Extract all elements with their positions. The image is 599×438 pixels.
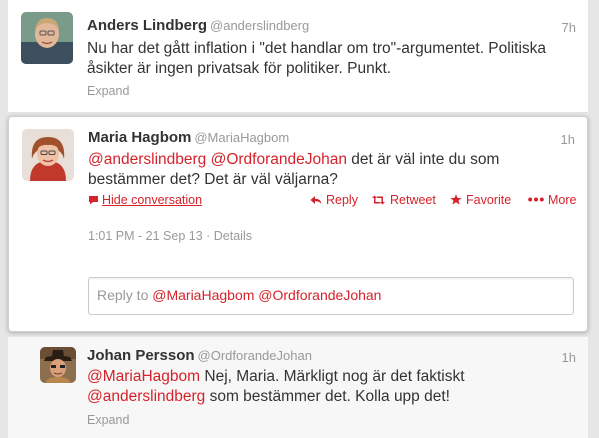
retweet-button[interactable]: Retweet [371, 193, 436, 207]
tweet-text: @MariaHagbom Nej, Maria. Märkligt nog är… [87, 367, 465, 407]
author-line[interactable]: Maria Hagbom @MariaHagbom [88, 129, 289, 146]
tweet-timestamp[interactable]: 1:01 PM - 21 Sep 13 [88, 229, 203, 243]
retweet-label: Retweet [390, 193, 436, 207]
fullname[interactable]: Maria Hagbom [88, 129, 191, 146]
favorite-button[interactable]: Favorite [450, 193, 511, 207]
tweet-time[interactable]: 1h [562, 350, 576, 365]
tweet-text-line: @anderslindberg @OrdforandeJohan det är … [88, 150, 499, 170]
tweet-text-line: Nu har det gått inflation i "det handlar… [87, 40, 547, 57]
author-line[interactable]: Anders Lindberg @anderslindberg [87, 17, 309, 34]
author-line[interactable]: Johan Persson @OrdforandeJohan [87, 347, 312, 364]
hide-conversation-link[interactable]: Hide conversation [88, 193, 202, 207]
reply-label: Reply [326, 193, 358, 207]
tweet-text-line: @MariaHagbom Nej, Maria. Märkligt nog är… [87, 367, 465, 387]
meta-separator: · [206, 229, 214, 243]
avatar[interactable] [40, 347, 76, 383]
avatar-image [40, 347, 76, 383]
retweet-icon [372, 195, 385, 205]
speech-bubble-icon [89, 196, 98, 205]
fullname[interactable]: Johan Persson [87, 347, 195, 364]
fullname[interactable]: Anders Lindberg [87, 17, 207, 34]
tweet-text-fragment: Nej, Maria. Märkligt nog är det faktiskt [200, 368, 465, 385]
tweet-time[interactable]: 1h [561, 132, 575, 147]
tweet-actions: Hide conversation Reply Retweet Favorite… [88, 193, 578, 211]
avatar[interactable] [22, 129, 74, 181]
reply-prefix: Reply to [97, 287, 153, 303]
avatar-image [21, 12, 73, 64]
tweet-text-line: åsikter är ingen privatsak för politiker… [87, 60, 392, 77]
tweet-johan-persson[interactable]: Johan Persson @OrdforandeJohan 1h @MariaH… [8, 336, 588, 438]
tweet-text-line: bestämmer det? Det är väl väljarna? [88, 171, 338, 188]
expand-link[interactable]: Expand [87, 84, 129, 98]
username[interactable]: @MariaHagbom [194, 130, 289, 145]
more-dots-icon [528, 197, 544, 202]
mention-link[interactable]: @MariaHagbom [87, 368, 200, 385]
more-button[interactable]: More [528, 193, 576, 207]
favorite-label: Favorite [466, 193, 512, 207]
username[interactable]: @OrdforandeJohan [198, 348, 312, 363]
reply-mention: @OrdforandeJohan [258, 287, 382, 303]
username[interactable]: @anderslindberg [210, 18, 309, 33]
details-link[interactable]: Details [214, 229, 252, 243]
reply-input[interactable]: Reply to @MariaHagbom @OrdforandeJohan [88, 277, 574, 315]
star-icon [450, 194, 462, 205]
reply-button[interactable]: Reply [310, 193, 358, 207]
avatar-image [22, 129, 74, 181]
more-label: More [548, 193, 577, 207]
tweet-time[interactable]: 7h [562, 20, 576, 35]
tweet-maria-hagbom[interactable]: Maria Hagbom @MariaHagbom 1h @anderslindb… [8, 116, 588, 332]
reply-arrow-icon [310, 196, 322, 204]
expand-link[interactable]: Expand [87, 413, 129, 427]
tweet-text-line: @anderslindberg som bestämmer det. Kolla… [87, 387, 465, 407]
mention-link[interactable]: @anderslindberg [87, 388, 205, 405]
hide-conversation-label: Hide conversation [102, 193, 203, 207]
reply-mention: @MariaHagbom [152, 287, 255, 303]
mention-link[interactable]: @OrdforandeJohan [211, 151, 347, 168]
tweet-text: @anderslindberg @OrdforandeJohan det är … [88, 150, 499, 190]
tweet-text: Nu har det gått inflation i "det handlar… [87, 39, 546, 79]
tweet-anders-lindberg[interactable]: Anders Lindberg @anderslindberg 7h Nu har… [8, 0, 588, 113]
mention-link[interactable]: @anderslindberg [88, 151, 206, 168]
avatar[interactable] [21, 12, 73, 64]
tweet-text-fragment: som bestämmer det. Kolla upp det! [205, 388, 450, 405]
tweet-text-fragment: det är väl inte du som [346, 151, 500, 168]
tweet-meta: 1:01 PM - 21 Sep 13 · Details [88, 229, 252, 243]
